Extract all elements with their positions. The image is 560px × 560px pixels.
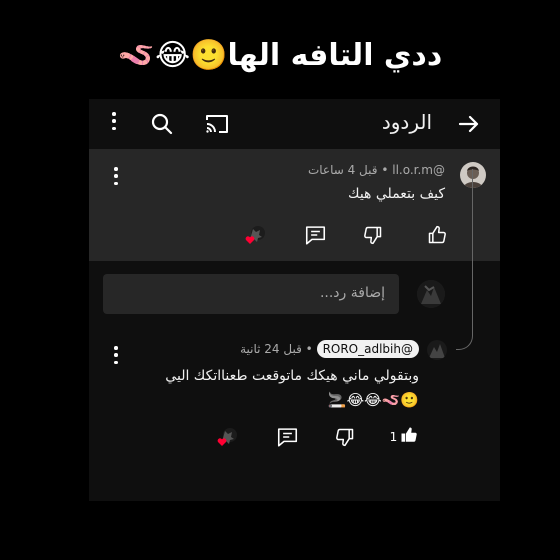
reply-icon[interactable] — [275, 425, 299, 449]
more-vert-icon[interactable] — [111, 112, 117, 130]
replies-panel: الردود @ll.o.r.m • قبل 4 ساعات كيف بتعمل… — [89, 99, 500, 501]
comment-meta: @RORO_adlbih • قبل 24 ثانية — [240, 340, 419, 358]
avatar[interactable] — [427, 340, 447, 360]
comment-author[interactable]: @ll.o.r.m — [392, 163, 445, 177]
cast-icon[interactable] — [202, 109, 232, 139]
comment-author[interactable]: @RORO_adlbih — [316, 340, 419, 358]
replies-title: الردود — [381, 110, 432, 134]
meta-separator: • — [301, 342, 313, 356]
video-caption: ددي التافه الها🙂😂🪱 — [117, 38, 443, 73]
replies-header: الردود — [89, 99, 500, 149]
like-button[interactable]: 1 — [387, 425, 421, 449]
like-icon[interactable] — [425, 223, 449, 247]
comment-text: كيف بتعملي هيك — [348, 186, 445, 202]
arrow-right-icon[interactable] — [454, 109, 484, 139]
thread-connector — [456, 169, 473, 350]
comment-time: قبل 4 ساعات — [307, 163, 378, 177]
parent-comment: @ll.o.r.m • قبل 4 ساعات كيف بتعملي هيك — [89, 149, 500, 261]
creator-heart-icon — [216, 426, 238, 448]
comment-options-icon[interactable] — [113, 346, 119, 364]
dislike-icon[interactable] — [333, 425, 357, 449]
like-count: 1 — [389, 430, 398, 444]
comment-time: قبل 24 ثانية — [240, 342, 302, 356]
reply-icon[interactable] — [303, 223, 327, 247]
comment-emoji-line: 🙂🪱😂😂🚬 — [327, 391, 419, 409]
dislike-icon[interactable] — [361, 223, 385, 247]
search-icon[interactable] — [147, 109, 177, 139]
creator-heart-icon — [244, 224, 266, 246]
comment-meta: @ll.o.r.m • قبل 4 ساعات — [308, 163, 445, 177]
reply-input[interactable]: إضافة رد... — [103, 274, 399, 314]
comment-options-icon[interactable] — [113, 167, 119, 185]
avatar — [417, 280, 445, 308]
like-filled-icon — [400, 426, 418, 448]
meta-separator: • — [377, 163, 389, 177]
comment-text: وبتقولي ماني هيكك ماتوقعت طعنااتكك اليي — [165, 368, 419, 384]
